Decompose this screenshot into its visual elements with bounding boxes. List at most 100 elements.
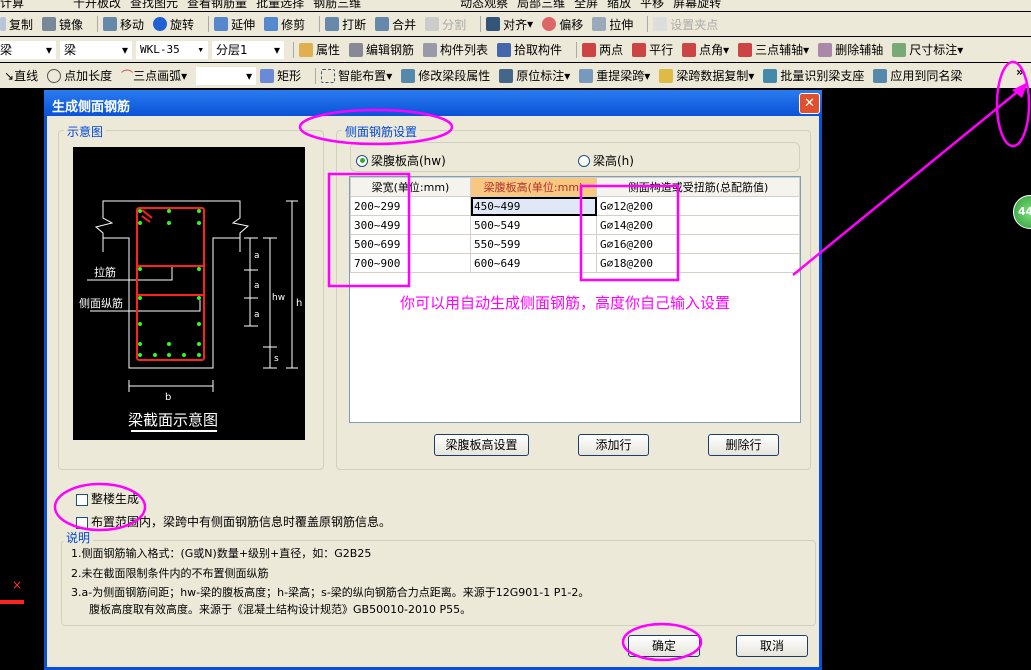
in-situ-annotation-button[interactable]: 原位标注 ▾ [499, 67, 570, 84]
cell-web-height[interactable]: 500~549 [470, 215, 597, 235]
dim-h: h [296, 298, 302, 309]
overwrite-checkbox[interactable]: 布置范围内，梁跨中有侧面钢筋信息时覆盖原钢筋信息。 [76, 513, 391, 530]
column-header[interactable]: 梁腹板高(单位:mm) [470, 177, 597, 197]
floor-badge[interactable]: 44 [1013, 195, 1031, 229]
line-button[interactable]: ↘ 直线 [4, 67, 38, 84]
cell-web-height[interactable]: 550~599 [470, 234, 597, 254]
merge-button[interactable]: 合并 [375, 16, 416, 33]
tb0-item[interactable]: 钢筋三维 [313, 0, 361, 11]
rotate-button[interactable]: 旋转 [153, 16, 194, 33]
tb0-item[interactable]: 全屏 [574, 0, 598, 11]
category-select[interactable]: 梁 ▾ [0, 40, 56, 59]
tb0-item[interactable]: 十开板改 [73, 0, 121, 11]
more-tools-button[interactable]: » [1016, 65, 1024, 79]
identify-icon [763, 68, 778, 83]
dim-b: b [165, 392, 171, 403]
extend-button[interactable]: 延伸 [214, 16, 255, 33]
close-button[interactable]: ✕ [799, 93, 820, 114]
set-grip-button[interactable]: 设置夹点 [653, 16, 718, 33]
move-button[interactable]: 移动 [103, 16, 144, 33]
tb0-item[interactable]: 平移 [640, 0, 664, 11]
component-select[interactable]: WKL-35 ▾ [136, 40, 208, 59]
three-point-axis-button[interactable]: 三点辅轴 ▾ [738, 41, 809, 58]
whole-building-checkbox[interactable]: 整楼生成 [76, 490, 139, 507]
component-list-button[interactable]: 构件列表 [423, 41, 488, 58]
dialog-titlebar[interactable]: 生成侧面钢筋 ✕ [44, 90, 822, 116]
cell-rebar[interactable]: G⌀16@200 [596, 234, 800, 254]
tb0-item[interactable]: 局部三维 [517, 0, 565, 11]
re-extract-span-button[interactable]: 重提梁跨 ▾ [579, 67, 650, 84]
dimension-button[interactable]: 尺寸标注 ▾ [892, 41, 963, 58]
identify-supports-button[interactable]: 批量识别梁支座 [763, 67, 864, 84]
separator [576, 41, 578, 58]
three-point-arc-button[interactable]: ⌒ 三点画弧 ▾ [121, 67, 187, 84]
label: 合并 [392, 17, 417, 32]
cell-rebar[interactable]: G⌀14@200 [596, 215, 800, 235]
table-row: 500~699 550~599 G⌀16@200 [350, 234, 800, 254]
radio-web-height[interactable]: 梁腹板高(hw) [356, 152, 446, 169]
split-button[interactable]: 分割 [425, 16, 466, 33]
stretch-button[interactable]: 拉伸 [592, 16, 633, 33]
arc-select[interactable]: ▾ [196, 66, 257, 85]
label: 重提梁跨 [596, 69, 645, 83]
tb0-item[interactable]: 计算 [0, 0, 24, 11]
ok-button[interactable]: 确定 [628, 635, 700, 657]
radio-beam-height[interactable]: 梁高(h) [578, 152, 634, 169]
delete-axis-button[interactable]: 删除辅轴 [818, 41, 883, 58]
cell-rebar[interactable]: G⌀12@200 [596, 196, 800, 216]
column-header[interactable]: 侧面构造或受扭筋(总配筋值) [596, 177, 800, 197]
tb0-item[interactable]: 查找图元 [130, 0, 178, 11]
web-height-settings-button[interactable]: 梁腹板高设置 [434, 434, 529, 456]
tb0-item[interactable]: 屏幕旋转 [673, 0, 721, 11]
two-point-button[interactable]: 两点 [582, 41, 623, 58]
offset-button[interactable]: 偏移 [542, 16, 583, 33]
label: 复制 [9, 17, 34, 32]
smart-layout-button[interactable]: 智能布置 ▾ [321, 67, 392, 84]
rectangle-button[interactable]: 矩形 [260, 67, 301, 84]
parallel-button[interactable]: 平行 [632, 41, 673, 58]
mirror-button[interactable]: 镜像 [42, 16, 83, 33]
cell-web-height[interactable]: 600~649 [470, 253, 597, 273]
merge-icon [375, 17, 390, 31]
move-icon [103, 17, 118, 31]
trim-button[interactable]: 修剪 [264, 16, 305, 33]
point-angle-button[interactable]: 点角 ▾ [682, 41, 729, 58]
copy-span-data-button[interactable]: 梁跨数据复制 ▾ [659, 67, 754, 84]
label: 智能布置 [338, 69, 387, 83]
cancel-button[interactable]: 取消 [736, 635, 808, 657]
generate-side-rebar-dialog: 生成侧面钢筋 ✕ 示意图 拉筋 侧面纵筋 a a a hw s h b 梁截面示意… [44, 90, 822, 670]
add-row-button[interactable]: 添加行 [578, 434, 649, 456]
angle-icon [682, 42, 697, 57]
cell-rebar[interactable]: G⌀18@200 [596, 253, 800, 273]
copy-button[interactable]: 复制 [0, 16, 33, 33]
dim-s: s [274, 354, 279, 364]
label: 属性 [316, 43, 341, 57]
tb0-item[interactable]: 批量选择 [256, 0, 304, 11]
diagram-group-label: 示意图 [64, 123, 107, 140]
label: 编辑钢筋 [366, 43, 415, 57]
modify-span-button[interactable]: 修改梁段属性 [401, 67, 490, 84]
toolbar-row-3: ↘ 直线 点加长度 ⌒ 三点画弧 ▾ ▾ 矩形 智能布置 ▾ 修改梁段属性 原位标注 ▾ … [0, 63, 1031, 88]
break-button[interactable]: 打断 [325, 16, 366, 33]
column-header[interactable]: 梁宽(单位:mm) [350, 177, 471, 197]
align-button[interactable]: 对齐 ▾ [486, 16, 533, 33]
properties-button[interactable]: 属性 [299, 41, 340, 58]
type-select[interactable]: 梁 ▾ [60, 40, 132, 59]
radio-unchecked-icon [578, 154, 590, 167]
delete-row-button[interactable]: 删除行 [708, 434, 779, 456]
pick-component-button[interactable]: 拾取构件 [497, 41, 562, 58]
apply-same-name-button[interactable]: 应用到同名梁 [873, 67, 962, 84]
edit-rebar-button[interactable]: 编辑钢筋 [349, 41, 414, 58]
tb0-item[interactable]: 查看钢筋量 [187, 0, 247, 11]
point-length-button[interactable]: 点加长度 [47, 67, 112, 84]
cell-width[interactable]: 300~499 [350, 215, 471, 235]
cell-web-height[interactable]: 450~499 [470, 196, 597, 216]
tb0-item[interactable]: 动态观察 [460, 0, 508, 11]
layer-select[interactable]: 分层1 ▾ [212, 40, 284, 59]
cell-width[interactable]: 700~900 [350, 253, 471, 273]
label: 三点辅轴 [755, 43, 804, 57]
cell-width[interactable]: 200~299 [350, 196, 471, 216]
label: 三点画弧 [133, 69, 182, 83]
tb0-item[interactable]: 缩放 [607, 0, 631, 11]
cell-width[interactable]: 500~699 [350, 234, 471, 254]
